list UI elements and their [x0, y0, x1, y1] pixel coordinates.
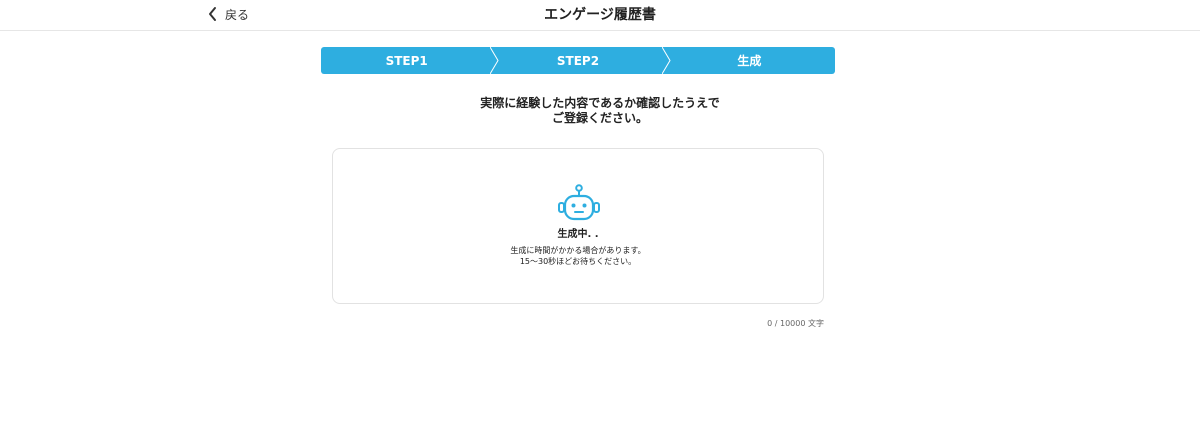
step-2-label: STEP2 [556, 53, 600, 68]
step-divider-icon [490, 47, 499, 74]
instruction-text: 実際に経験した内容であるか確認したうえで ご登録ください。 [0, 96, 1200, 126]
note-line-2: 15〜30秒ほどお待ちください。 [519, 257, 637, 266]
generating-label: 生成中 [557, 229, 588, 240]
robot-icon [558, 184, 600, 221]
step-2: STEP2 [492, 47, 671, 74]
step-divider-icon [661, 47, 671, 74]
generation-note: 生成に時間がかかる場合があります。 15〜30秒ほどお待ちください。 [333, 245, 823, 267]
generating-status: 生成中. . [333, 225, 823, 240]
step-generate: 生成 [663, 47, 835, 74]
character-counter: 0 / 10000 文字 [767, 319, 824, 328]
page-title: エンゲージ履歴書 [544, 7, 656, 23]
note-line-1: 生成に時間がかかる場合があります。 [510, 246, 646, 255]
step-1-label: STEP1 [385, 53, 428, 68]
step-1: STEP1 [321, 47, 499, 74]
step-progress-bar: STEP1 STEP2 生成 [321, 47, 835, 74]
generation-card: 生成中. . 生成に時間がかかる場合があります。 15〜30秒ほどお待ちください… [332, 148, 824, 304]
instruction-line-2: ご登録ください。 [551, 111, 648, 125]
loading-dots: . . [587, 229, 599, 240]
app-header: 戻る エンゲージ履歴書 [0, 0, 1200, 31]
instruction-line-1: 実際に経験した内容であるか確認したうえで [480, 96, 720, 110]
step-generate-label: 生成 [737, 54, 762, 68]
